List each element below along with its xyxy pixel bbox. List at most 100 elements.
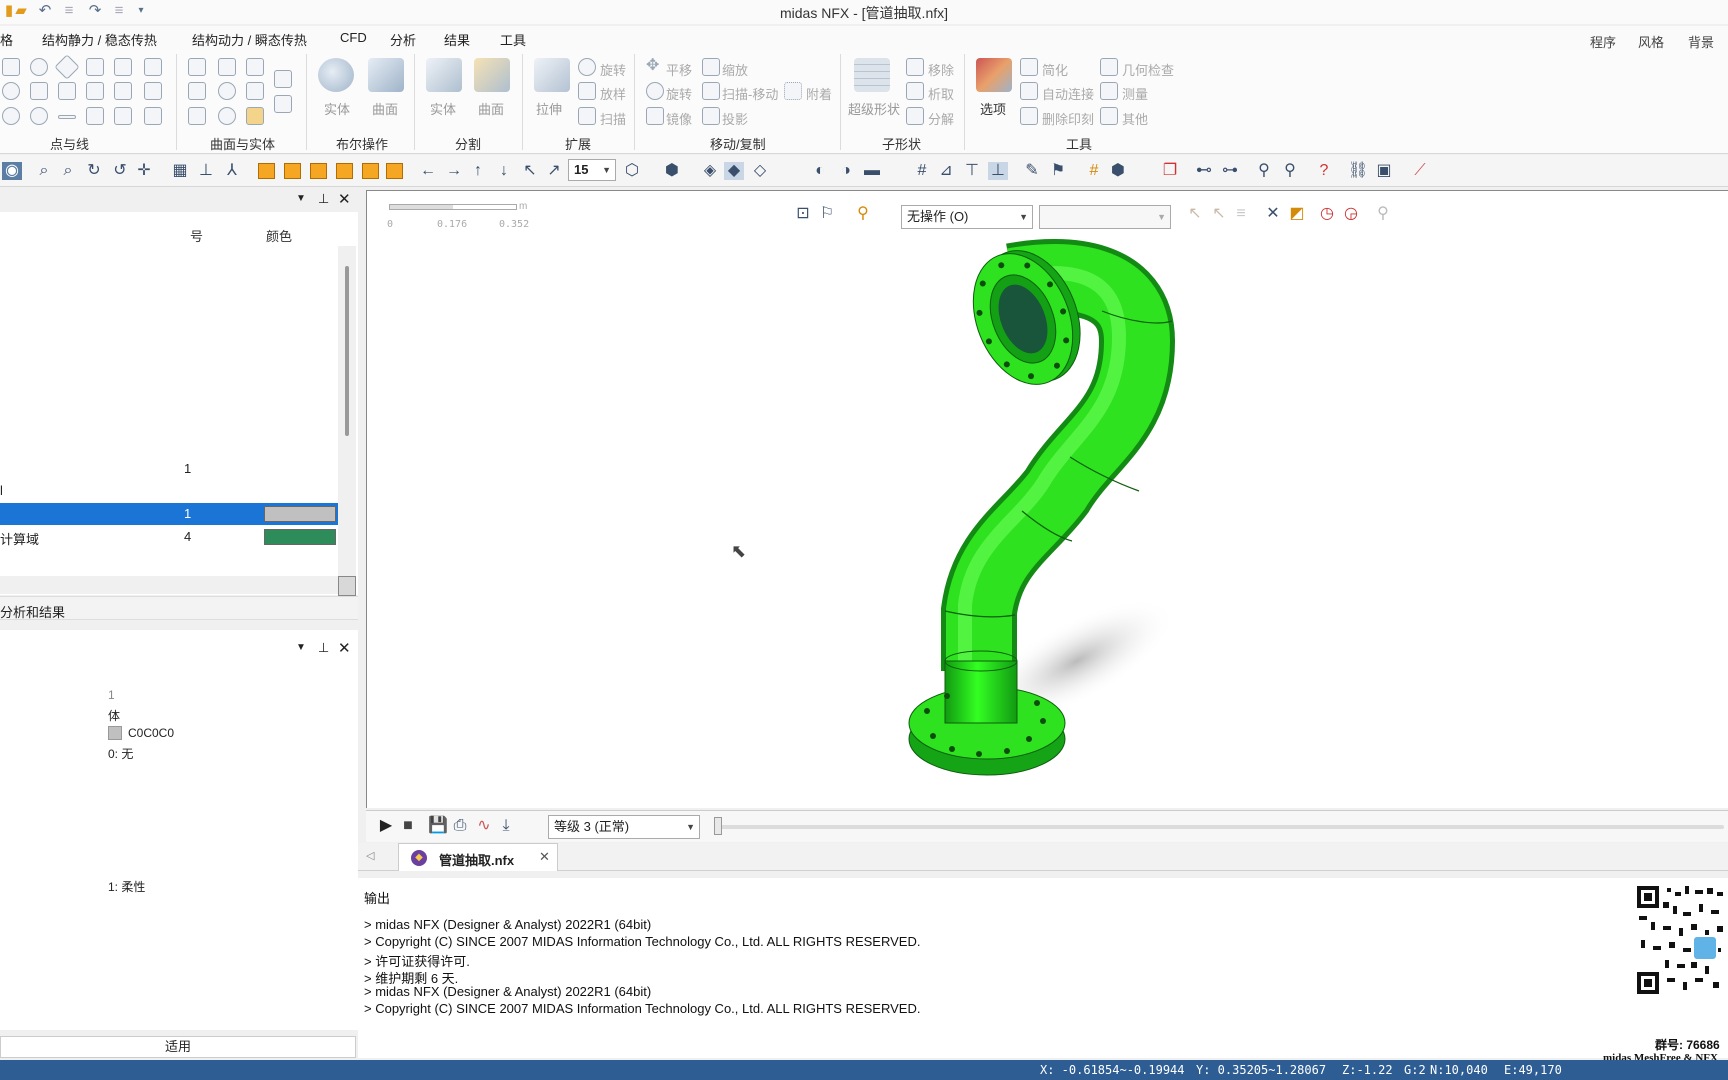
tab-scroll-left-icon[interactable]: ◁: [366, 849, 374, 862]
rotate-label[interactable]: 旋转: [666, 84, 692, 103]
cube-display-icon[interactable]: ⬢: [1108, 162, 1128, 180]
rotate-icon[interactable]: [646, 82, 664, 100]
point-icon[interactable]: [2, 107, 20, 125]
apply-button[interactable]: 适用: [0, 1036, 356, 1058]
spline-icon[interactable]: [114, 58, 132, 76]
table-row[interactable]: 1: [0, 458, 338, 480]
color-swatch[interactable]: [264, 506, 336, 522]
arrow-left-icon[interactable]: ←: [418, 162, 438, 180]
fillet-curve-icon[interactable]: [58, 82, 76, 100]
property-color-swatch[interactable]: [108, 726, 122, 740]
zoom-icon[interactable]: ⌕: [34, 162, 54, 180]
super-shape-label[interactable]: 超级形状: [848, 99, 900, 118]
boolean-surface-label[interactable]: 曲面: [372, 99, 398, 118]
decompose-label[interactable]: 分解: [928, 109, 954, 128]
close-icon[interactable]: ✕: [338, 639, 351, 657]
rotation-angle-select[interactable]: 15 ▼: [568, 159, 616, 181]
find-element-icon[interactable]: ⚲: [1280, 162, 1300, 180]
hide-icon[interactable]: ◐: [810, 162, 830, 180]
record-animation-icon[interactable]: ⎙: [450, 817, 470, 835]
tab-cfd[interactable]: CFD: [340, 30, 367, 45]
property-id[interactable]: 1: [108, 688, 115, 702]
chart-line-icon[interactable]: [144, 107, 162, 125]
other-tools-icon[interactable]: [1100, 107, 1118, 125]
tab-dynamic-transient[interactable]: 结构动力 / 瞬态传热: [192, 30, 307, 49]
pin-icon[interactable]: ⊥: [318, 640, 329, 656]
other-tools-label[interactable]: 其他: [1122, 109, 1148, 128]
options-icon[interactable]: [976, 58, 1012, 92]
help-icon[interactable]: ?: [1314, 162, 1334, 180]
mirror-icon[interactable]: [646, 107, 664, 125]
loop-icon[interactable]: ∿: [474, 817, 494, 835]
close-icon[interactable]: ✕: [338, 190, 351, 208]
zoom-window-icon[interactable]: ⌕: [58, 162, 78, 180]
tab-mesh[interactable]: 格: [0, 30, 13, 49]
right-view-icon[interactable]: [336, 163, 353, 179]
arrow-upright-icon[interactable]: ↗: [544, 162, 564, 180]
left-view-icon[interactable]: [310, 163, 327, 179]
solid-fill-icon[interactable]: [246, 107, 264, 125]
sphere-icon[interactable]: [218, 82, 236, 100]
line-icon[interactable]: [58, 115, 76, 119]
cone-icon[interactable]: [188, 82, 206, 100]
select-icon[interactable]: ◉: [2, 162, 22, 180]
sweep-move-icon[interactable]: [702, 82, 720, 100]
attach-icon[interactable]: [784, 82, 802, 100]
geometry-check-label[interactable]: 几何检查: [1122, 60, 1174, 79]
capture-icon[interactable]: ▣: [1374, 162, 1394, 180]
sweep-label[interactable]: 扫描: [600, 109, 626, 128]
background-menu[interactable]: 背景: [1688, 32, 1714, 51]
pipe-model[interactable]: [367, 191, 1727, 807]
connect-icon[interactable]: ⛓: [1348, 162, 1368, 180]
tab-tools[interactable]: 工具: [500, 30, 526, 49]
wireframe-icon[interactable]: ◇: [750, 162, 770, 180]
export-icon[interactable]: ⤓: [496, 817, 516, 835]
surface-fill-icon[interactable]: [274, 95, 292, 113]
cloud-icon[interactable]: [30, 107, 48, 125]
boolean-solid-label[interactable]: 实体: [324, 99, 350, 118]
remove-label[interactable]: 移除: [928, 60, 954, 79]
remove-icon[interactable]: [906, 58, 924, 76]
boolean-surface-icon[interactable]: [368, 58, 404, 92]
property-coordinate[interactable]: 0: 无: [108, 745, 133, 762]
axis-icon[interactable]: ⊥: [196, 162, 216, 180]
arrow-down-icon[interactable]: ↓: [494, 162, 514, 180]
mesh-display-icon[interactable]: ⬢: [662, 162, 682, 180]
delete-imprint-label[interactable]: 删除印刻: [1042, 109, 1094, 128]
book-icon[interactable]: ❐: [1160, 162, 1180, 180]
close-tab-icon[interactable]: ✕: [539, 849, 550, 865]
horizontal-scrollbar[interactable]: [0, 576, 338, 594]
level-select[interactable]: 等级 3 (正常) ▼: [548, 815, 700, 839]
loft-icon[interactable]: [578, 82, 596, 100]
table-row[interactable]: 计算域 4: [0, 526, 338, 548]
color-swatch[interactable]: [264, 529, 336, 545]
column-header-id[interactable]: 号: [190, 226, 203, 245]
node-tool-icon[interactable]: ⊷: [1194, 162, 1214, 180]
shaded-icon[interactable]: ◈: [700, 162, 720, 180]
render-icon[interactable]: ✎: [1022, 162, 1042, 180]
torus-icon[interactable]: [218, 107, 236, 125]
program-menu[interactable]: 程序: [1590, 32, 1616, 51]
split-surface-icon[interactable]: [474, 58, 510, 92]
tab-results[interactable]: 结果: [444, 30, 470, 49]
play-icon[interactable]: ▶: [376, 817, 396, 835]
corner-icon[interactable]: [114, 107, 132, 125]
split-surface-label[interactable]: 曲面: [478, 99, 504, 118]
scrollbar-thumb[interactable]: [345, 266, 349, 436]
decompose-icon[interactable]: [906, 107, 924, 125]
extract-icon[interactable]: [906, 82, 924, 100]
extend-curve-icon[interactable]: [114, 82, 132, 100]
prism-icon[interactable]: [188, 107, 206, 125]
simplify-icon[interactable]: [1020, 58, 1038, 76]
element-tool-icon[interactable]: ⊶: [1220, 162, 1240, 180]
property-color-value[interactable]: C0C0C0: [128, 726, 174, 740]
section-icon[interactable]: ⊿: [936, 162, 956, 180]
boolean-solid-icon[interactable]: [318, 58, 354, 92]
analysis-results-tab[interactable]: 分析和结果: [0, 596, 358, 620]
show-icon[interactable]: ◑: [836, 162, 856, 180]
snap-grid-icon[interactable]: #: [1084, 162, 1104, 180]
translate-icon[interactable]: ✥: [646, 58, 664, 76]
pin-icon[interactable]: ⊥: [318, 191, 329, 207]
measure-icon[interactable]: [1100, 82, 1118, 100]
sweep-icon[interactable]: [578, 107, 596, 125]
